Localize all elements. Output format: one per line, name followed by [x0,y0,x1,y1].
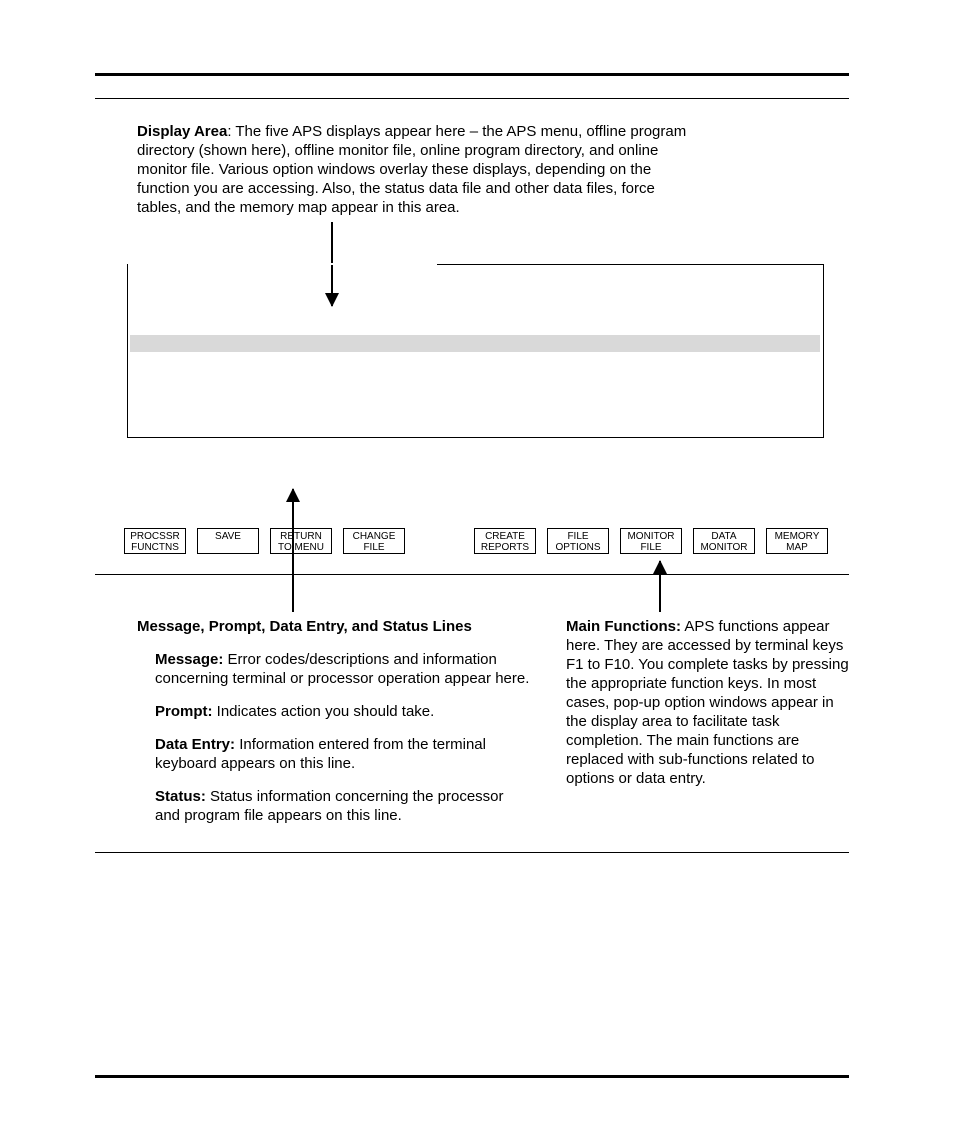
fkey-procssr-functns[interactable]: PROCSSRFUNCTNS [124,528,186,554]
fkey-monitor-file[interactable]: MONITORFILE [620,528,682,554]
fkey-data-monitor[interactable]: DATAMONITOR [693,528,755,554]
desc-status: Status: Status information concerning th… [155,787,532,825]
arrow-main-functions [659,561,661,612]
fkey-change-file[interactable]: CHANGEFILE [343,528,405,554]
display-area-description: Display Area: The five APS displays appe… [137,122,692,217]
fkey-file-options[interactable]: FILEOPTIONS [547,528,609,554]
status-lines-heading: Message, Prompt, Data Entry, and Status … [137,617,532,636]
main-functions-text: APS functions appear here. They are acce… [566,618,849,787]
function-key-row: PROCSSRFUNCTNS SAVE RETURNTO MENU CHANGE… [120,528,834,558]
main-functions-label: Main Functions: [566,618,681,635]
desc-data-entry: Data Entry: Information entered from the… [155,735,532,773]
desc-message: Message: Error codes/descriptions and in… [155,650,532,688]
page: Display Area: The five APS displays appe… [0,0,954,1145]
bottom-rule [95,1075,849,1078]
fkey-return-to-menu[interactable]: RETURNTO MENU [270,528,332,554]
fkey-save[interactable]: SAVE [197,528,259,554]
terminal-highlight-row [130,335,820,352]
mid-rule [95,574,849,575]
display-area-label: Display Area [137,123,227,140]
terminal-top-gap [128,263,437,265]
fkey-create-reports[interactable]: CREATEREPORTS [474,528,536,554]
main-functions-description: Main Functions: APS functions appear her… [566,617,854,788]
desc-prompt: Prompt: Indicates action you should take… [155,702,532,721]
fkey-memory-map[interactable]: MEMORYMAP [766,528,828,554]
arrow-status-lines [292,489,294,612]
status-lines-description: Message, Prompt, Data Entry, and Status … [137,617,532,839]
top-rule [95,73,849,76]
